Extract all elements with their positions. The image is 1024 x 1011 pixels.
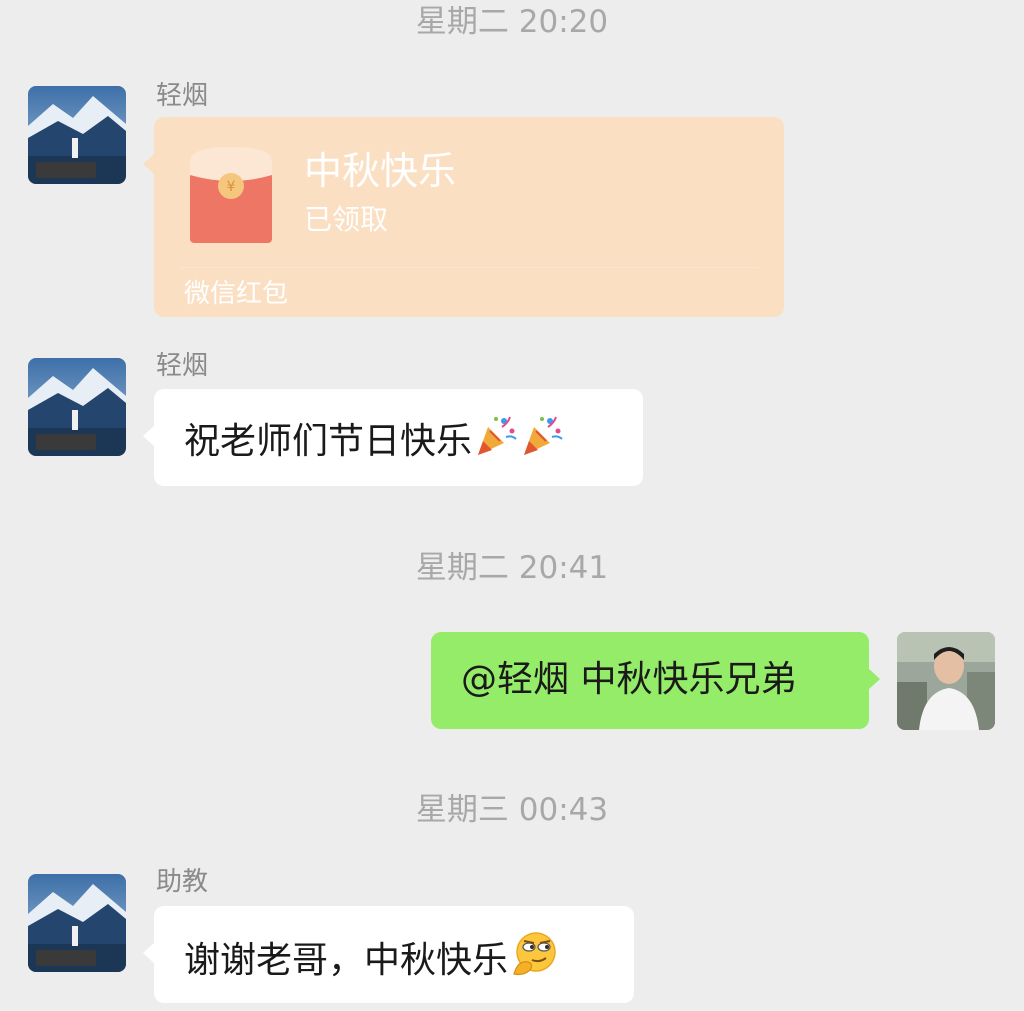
- sender-name: 轻烟: [156, 81, 209, 111]
- message-text: 谢谢老哥，中秋快乐: [184, 939, 509, 981]
- my-avatar[interactable]: [897, 632, 995, 730]
- sender-name: 助教: [156, 867, 209, 897]
- message-bubble[interactable]: 祝老师们节日快乐: [143, 389, 643, 486]
- sender-avatar[interactable]: [28, 358, 126, 456]
- sender-name: 轻烟: [156, 351, 209, 381]
- message-bubble[interactable]: 谢谢老哥，中秋快乐: [143, 906, 634, 1003]
- red-packet-icon: ¥: [190, 147, 272, 247]
- smirk-thinking-face-icon: [510, 930, 558, 991]
- timestamp: 星期二 20:41: [415, 550, 609, 586]
- sender-avatar[interactable]: [28, 86, 126, 184]
- sender-avatar[interactable]: [28, 874, 126, 972]
- timestamp: 星期三 00:43: [415, 792, 609, 828]
- message-text: 祝老师们节日快乐: [184, 420, 473, 462]
- red-packet-bubble[interactable]: ¥ 中秋快乐 已领取 微信红包: [143, 117, 784, 317]
- svg-text:¥: ¥: [227, 179, 236, 195]
- party-popper-icon: [474, 413, 518, 470]
- party-popper-icon: [520, 413, 564, 470]
- message-text: @轻烟 中秋快乐兄弟: [461, 659, 797, 700]
- red-packet-divider: [180, 267, 758, 268]
- red-packet-status: 已领取: [304, 203, 389, 236]
- red-packet-footer: 微信红包: [184, 279, 289, 309]
- red-packet-title: 中秋快乐: [304, 149, 457, 193]
- timestamp: 星期二 20:20: [415, 4, 609, 40]
- message-bubble[interactable]: @轻烟 中秋快乐兄弟: [431, 632, 880, 729]
